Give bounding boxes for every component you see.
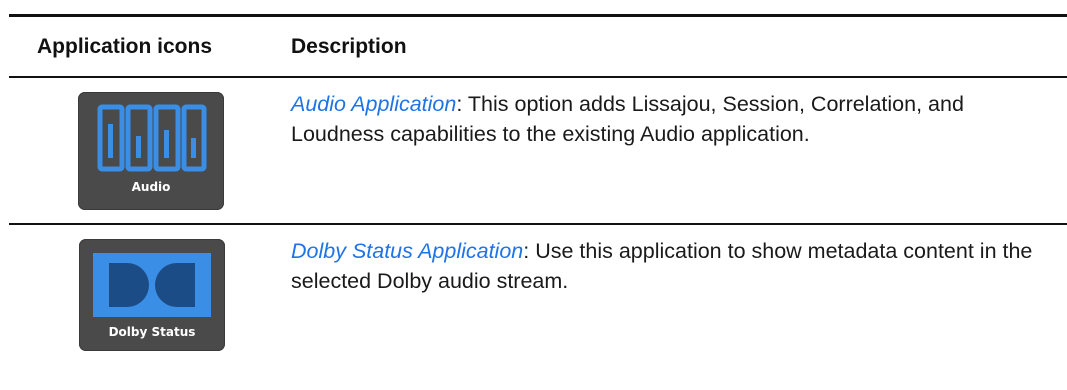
icon-cell: Dolby Status [9,225,289,384]
description-cell: Audio Application: This option adds Liss… [289,78,1067,223]
page: Application icons Description Audio Audi… [0,0,1067,390]
dolby-status-application-link[interactable]: Dolby Status Application [291,239,523,263]
table-row: Dolby Status Dolby Status Application: U… [9,225,1067,384]
header-description: Description [291,34,407,58]
header-application-icons: Application icons [37,34,213,58]
application-icons-table: Application icons Description Audio Audi… [9,14,1067,384]
icon-cell: Audio [9,78,289,223]
dolby-status-icon-label: Dolby Status [108,325,196,339]
audio-app-icon: Audio [78,92,224,210]
table-row: Audio Audio Application: This option add… [9,78,1067,225]
dolby-status-app-icon: Dolby Status [79,239,225,351]
audio-application-link[interactable]: Audio Application [291,92,456,116]
table-header-row: Application icons Description [9,17,1067,78]
audio-icon-label: Audio [131,180,171,194]
description-cell: Dolby Status Application: Use this appli… [289,225,1067,384]
